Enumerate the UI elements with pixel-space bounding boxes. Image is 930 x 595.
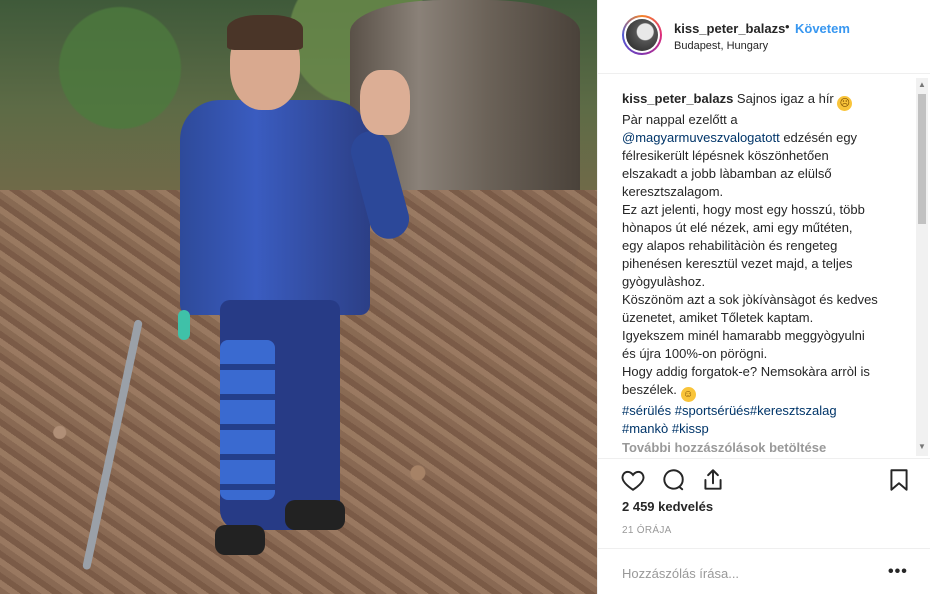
bookmark-icon[interactable] <box>886 467 912 493</box>
post-timestamp[interactable]: 21 ÓRÁJA <box>622 525 672 536</box>
caption-line: Pàr nappal ezelőtt a <box>622 112 738 127</box>
heart-icon[interactable] <box>620 467 646 493</box>
comment-input[interactable] <box>620 561 874 585</box>
jacket <box>180 100 370 315</box>
post-location[interactable]: Budapest, Hungary <box>674 40 768 52</box>
caption-username[interactable]: kiss_peter_balazs <box>622 91 733 106</box>
post-header: kiss_peter_balazs • Követem Budapest, Hu… <box>598 0 930 74</box>
caption-line: kiss_peter_balazs Sajnos igaz a hír ☹ <box>622 90 892 111</box>
hashtags[interactable]: #sérülés #sportsérüés#keresztszalag <box>622 402 892 420</box>
comments-area: kiss_peter_balazs Sajnos igaz a hír ☹ Pà… <box>598 74 930 458</box>
caption-line: hònapos út elé nézek, ami egy műtéten, <box>622 220 853 235</box>
post-username[interactable]: kiss_peter_balazs <box>674 21 785 36</box>
sad-face-icon: ☹ <box>837 96 853 111</box>
avatar-frame <box>624 17 660 53</box>
right-shoe <box>285 500 345 530</box>
likes-count[interactable]: 2 459 kedvelés <box>622 499 713 514</box>
scroll-down-arrow-icon[interactable]: ▼ <box>918 442 926 451</box>
post-caption: kiss_peter_balazs Sajnos igaz a hír ☹ Pà… <box>622 90 892 438</box>
caption-line: üzenetet, amiket Tőletek kaptam. <box>622 310 814 325</box>
caption-line: gyògyulàshoz. <box>622 274 706 289</box>
left-shoe <box>215 525 265 555</box>
caption-line: @magyarmuveszvalogatott edzésén egy <box>622 130 858 145</box>
add-comment-bar: ••• <box>598 548 930 595</box>
caption-text: Sajnos igaz a hír <box>736 91 834 106</box>
hair <box>227 15 303 50</box>
comment-icon[interactable] <box>660 467 686 493</box>
waving-hand <box>360 70 410 135</box>
post-side-panel: kiss_peter_balazs • Követem Budapest, Hu… <box>597 0 930 594</box>
caption-line: Hogy addig forgatok-e? Nemsokàra arròl i… <box>622 364 870 379</box>
separator-dot: • <box>785 19 790 34</box>
scroll-up-arrow-icon[interactable]: ▲ <box>918 80 926 89</box>
share-icon[interactable] <box>700 467 726 493</box>
caption-line: Ez azt jelenti, hogy most egy hosszú, tö… <box>622 202 865 217</box>
caption-line: beszélek. ☺ <box>622 381 892 402</box>
caption-line: Köszönöm azt a sok jòkívànsàgot és kedve… <box>622 292 878 307</box>
follow-button[interactable]: Követem <box>795 21 850 36</box>
wink-face-icon: ☺ <box>680 387 696 402</box>
hashtags[interactable]: #mankò #kissp <box>622 420 892 438</box>
profile-avatar[interactable] <box>622 15 662 55</box>
scrollbar-thumb[interactable] <box>918 94 926 224</box>
avatar-image <box>626 19 658 51</box>
caption-line: egy alapos rehabilitàciòn és rengeteg <box>622 238 838 253</box>
crutch-handle <box>178 310 190 340</box>
more-options-icon[interactable]: ••• <box>888 563 908 581</box>
post-photo[interactable] <box>0 0 597 594</box>
caption-line: elszakadt a jobb làbamban az elülső <box>622 166 832 181</box>
mention-link[interactable]: @magyarmuveszvalogatott <box>622 130 780 145</box>
caption-line: félresikerült lépésnek köszönhetően <box>622 148 829 163</box>
person-on-crutch <box>175 10 414 580</box>
caption-line: és újra 100%-on pörögni. <box>622 346 768 361</box>
post-actions <box>598 458 930 503</box>
caption-text: beszélek. <box>622 382 677 397</box>
caption-line: pihenésen keresztül vezet majd, a teljes <box>622 256 853 271</box>
knee-brace <box>220 340 275 500</box>
caption-line: keresztszalagom. <box>622 184 724 199</box>
caption-line: Igyekszem minél hamarabb meggyògyulni <box>622 328 865 343</box>
comments-scrollbar[interactable]: ▲ ▼ <box>916 78 928 456</box>
load-more-comments[interactable]: További hozzászólások betöltése <box>622 440 826 455</box>
